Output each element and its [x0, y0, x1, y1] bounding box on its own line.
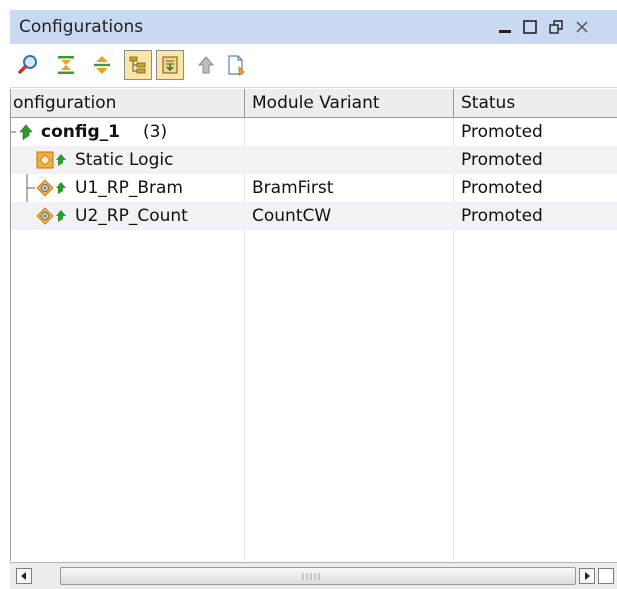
promoted-arrow-icon [55, 180, 67, 199]
partition-name: U1_RP_Bram [75, 178, 183, 198]
module-variant-cell: CountCW [252, 206, 332, 226]
status-cell: Promoted [461, 150, 543, 170]
reconfigurable-partition-icon [36, 179, 54, 201]
table-row[interactable]: config_1 (3) Promoted [11, 118, 617, 146]
restore-icon[interactable] [545, 16, 567, 38]
collapse-all-icon[interactable] [52, 50, 80, 80]
table-row[interactable]: Static Logic Promoted [11, 146, 617, 174]
promoted-arrow-icon [55, 208, 67, 227]
panel-titlebar: Configurations [10, 10, 617, 44]
minimize-icon[interactable] [494, 16, 516, 38]
table-row[interactable]: U1_RP_Bram BramFirst Promoted [11, 174, 617, 202]
report-icon[interactable] [222, 50, 250, 80]
promote-icon[interactable] [192, 50, 220, 80]
static-logic-icon [36, 151, 54, 173]
scroll-left-arrow-icon[interactable] [16, 568, 32, 584]
table-row[interactable]: U2_RP_Count CountCW Promoted [11, 202, 617, 230]
config-name: config_1 [41, 122, 120, 142]
search-icon[interactable] [14, 50, 42, 80]
scroll-right-arrow-icon[interactable] [579, 568, 595, 584]
maximize-icon[interactable] [519, 16, 541, 38]
horizontal-scrollbar[interactable] [10, 562, 617, 589]
auto-update-icon[interactable] [156, 50, 184, 80]
promoted-arrow-icon [55, 152, 67, 171]
promoted-arrow-icon [19, 123, 35, 145]
configurations-table: onfiguration Module Variant Status confi… [10, 89, 617, 561]
hierarchy-view-icon[interactable] [124, 50, 152, 80]
module-variant-cell: BramFirst [252, 178, 334, 198]
status-cell: Promoted [461, 122, 543, 142]
configurations-panel: Configurations onfiguration Module Varia… [0, 0, 617, 589]
partition-name: U2_RP_Count [75, 206, 188, 226]
status-cell: Promoted [461, 178, 543, 198]
toolbar [10, 44, 617, 88]
reconfigurable-partition-icon [36, 207, 54, 229]
config-count: (3) [143, 122, 168, 142]
expand-all-icon[interactable] [88, 50, 116, 80]
close-icon[interactable] [571, 16, 593, 38]
column-header-status[interactable]: Status [454, 89, 617, 117]
table-header: onfiguration Module Variant Status [11, 89, 617, 118]
column-header-configuration[interactable]: onfiguration [11, 89, 244, 117]
column-header-module-variant[interactable]: Module Variant [245, 89, 453, 117]
scrollbar-thumb[interactable] [60, 567, 576, 585]
panel-title: Configurations [19, 17, 144, 37]
status-cell: Promoted [461, 206, 543, 226]
partition-name: Static Logic [75, 150, 174, 170]
scrollbar-corner [598, 568, 614, 584]
